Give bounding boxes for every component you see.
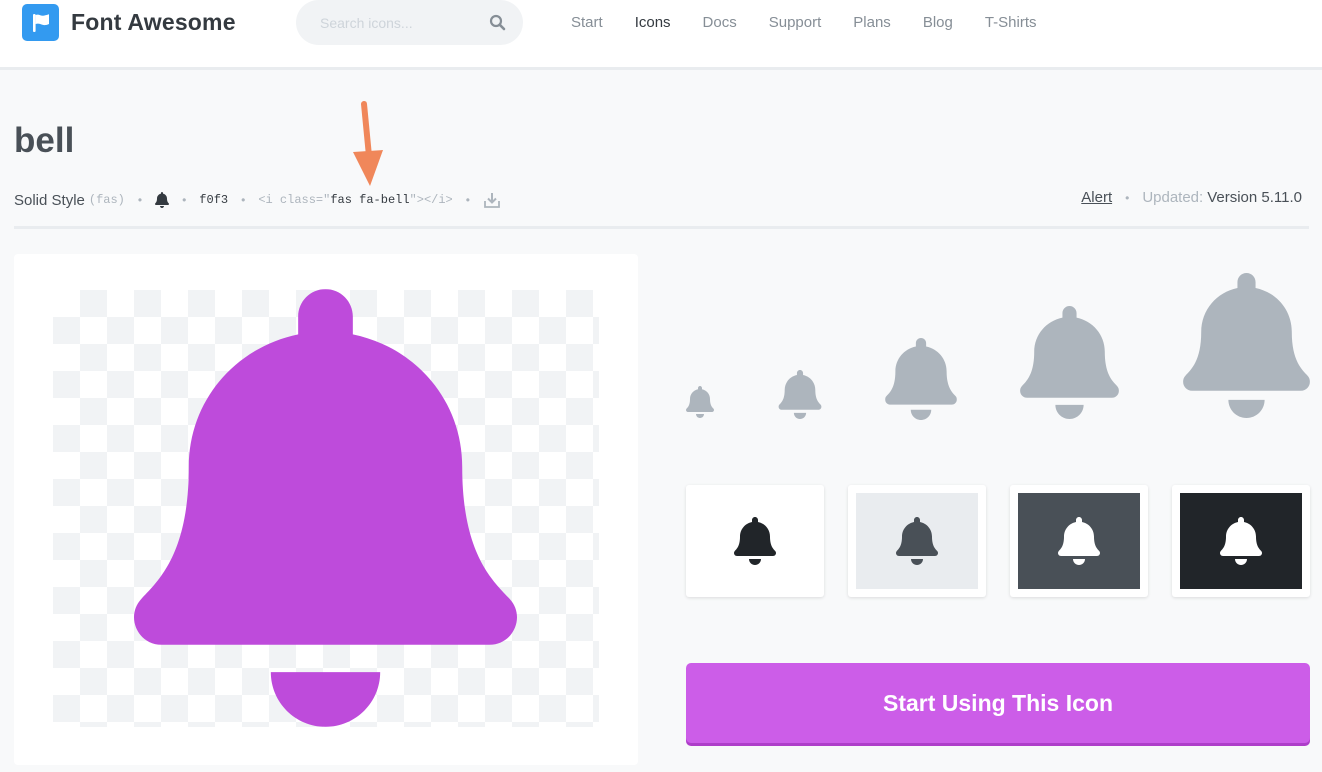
snippet-suffix: "></i> [409,193,453,207]
main-nav: Start Icons Docs Support Plans Blog T-Sh… [571,14,1069,31]
search-input[interactable] [320,12,470,34]
bell-icon-xs [686,386,714,418]
nav-icons[interactable]: Icons [635,14,671,31]
icon-meta: Solid Style (fas) • • f0f3 • <i class="f… [14,189,1309,211]
swatch-dark-gray[interactable] [1010,485,1148,597]
nav-tshirts[interactable]: T-Shirts [985,14,1037,31]
separator: • [465,193,470,207]
swatch-black[interactable] [1172,485,1310,597]
start-using-button[interactable]: Start Using This Icon [686,663,1310,743]
nav-plans[interactable]: Plans [853,14,891,31]
nav-support[interactable]: Support [769,14,822,31]
bell-icon [734,517,776,565]
swatch-white[interactable] [686,485,824,597]
swatch-black-bg [1180,493,1302,589]
bell-icon [896,517,938,565]
version-value: Version 5.11.0 [1207,189,1302,206]
icon-title: bell [14,121,75,160]
site-logo[interactable]: Font Awesome [22,4,236,41]
annotation-arrow [353,101,383,186]
bell-icon [1220,517,1262,565]
logo-text: Font Awesome [71,9,236,35]
swatch-dark-gray-bg [1018,493,1140,589]
icon-meta-right: Alert • Updated: Version 5.11.0 [1081,189,1302,206]
swatch-light-gray-bg [856,493,978,589]
separator: • [137,193,143,207]
bell-icon-lg [1020,306,1119,419]
bell-icon-sm [778,370,822,419]
nav-start[interactable]: Start [571,14,603,31]
style-label: Solid Style [14,191,85,209]
style-prefix: (fas) [88,193,125,207]
nav-docs[interactable]: Docs [703,14,737,31]
updated-label: Updated: [1142,189,1204,206]
separator: • [182,193,187,207]
divider [14,226,1309,229]
bell-preview-icon [134,289,517,727]
snippet-prefix: <i class=" [258,193,331,207]
search-box[interactable] [296,0,523,45]
swatch-white-bg [694,493,816,589]
separator: • [241,193,246,207]
bell-glyph-icon[interactable] [155,192,169,208]
download-icon[interactable] [483,192,501,209]
html-snippet[interactable]: <i class="fas fa-bell"></i> [258,193,452,207]
separator: • [1125,190,1130,205]
unicode-value[interactable]: f0f3 [199,193,228,207]
bell-icon-xl [1183,273,1310,418]
flag-icon [22,4,59,41]
snippet-class: fas fa-bell [330,193,410,207]
bell-icon [1058,517,1100,565]
search-icon[interactable] [489,14,506,31]
site-header: Font Awesome Start Icons Docs Support Pl… [0,0,1322,70]
category-link-alert[interactable]: Alert [1081,189,1112,206]
bell-icon-md [885,338,957,420]
nav-blog[interactable]: Blog [923,14,953,31]
swatch-light-gray[interactable] [848,485,986,597]
icon-preview-panel [14,254,638,765]
